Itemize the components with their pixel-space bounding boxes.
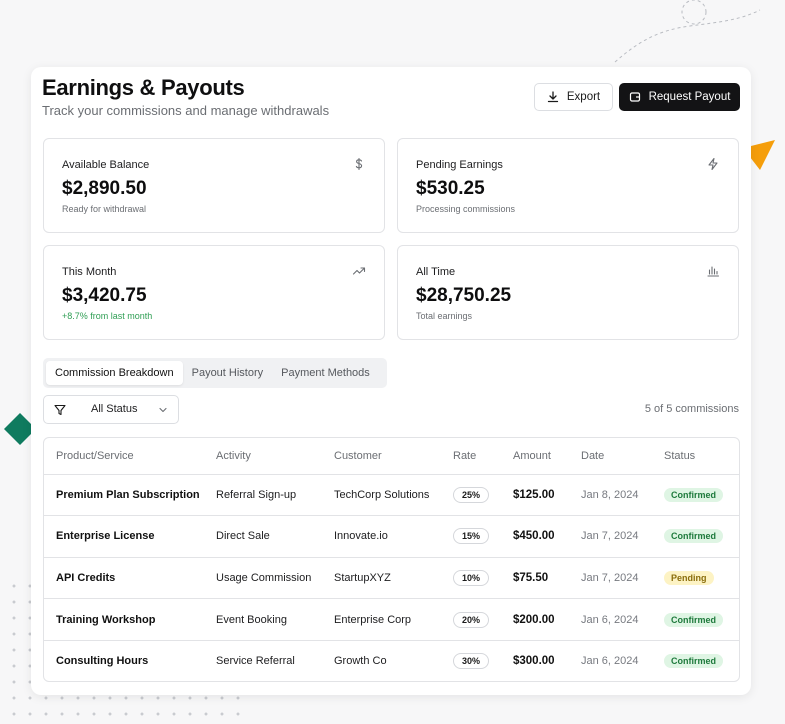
tab-bar: Commission Breakdown Payout History Paym… (43, 358, 387, 388)
column-header-date: Date (569, 438, 652, 475)
commission-count: 5 of 5 commissions (644, 403, 739, 415)
cell-amount: $75.50 (501, 557, 569, 600)
column-header-customer: Customer (322, 438, 441, 475)
wallet-icon (629, 92, 640, 102)
cell-status: Confirmed (652, 598, 739, 641)
stat-card-this-month: This Month $3,420.75 +8.7% from last mon… (43, 245, 385, 340)
filter-icon (54, 404, 66, 416)
cell-date: Jan 6, 2024 (569, 598, 652, 641)
cell-date: Jan 8, 2024 (569, 474, 652, 517)
stat-note: Total earnings (416, 311, 473, 321)
status-filter-select[interactable]: All Status (43, 395, 179, 424)
cell-activity: Referral Sign-up (204, 474, 322, 517)
status-filter-label: All Status (91, 403, 138, 415)
cell-amount: $450.00 (501, 515, 569, 558)
cell-date: Jan 7, 2024 (569, 557, 652, 600)
cell-customer: Innovate.io (322, 515, 441, 558)
cell-activity: Direct Sale (204, 515, 322, 558)
cell-rate: 20% (441, 598, 501, 641)
cell-customer: StartupXYZ (322, 557, 441, 600)
status-badge: Confirmed (664, 612, 723, 627)
cell-rate: 25% (441, 474, 501, 517)
table-row[interactable]: API Credits Usage Commission StartupXYZ … (44, 557, 739, 600)
stat-value: $28,750.25 (416, 285, 512, 306)
trending-up-icon (352, 267, 366, 275)
stat-value: $3,420.75 (62, 285, 147, 306)
cell-status: Pending (652, 557, 739, 600)
page-subtitle: Track your commissions and manage withdr… (42, 103, 330, 118)
column-header-amount: Amount (501, 438, 569, 475)
column-header-rate: Rate (441, 438, 501, 475)
rate-badge: 20% (453, 611, 490, 628)
commission-table: Product/Service Activity Customer Rate A… (43, 437, 740, 682)
earnings-card: Earnings & Payouts Track your commission… (31, 67, 751, 695)
table-row[interactable]: Enterprise License Direct Sale Innovate.… (44, 515, 739, 558)
cell-product: Premium Plan Subscription (44, 474, 204, 517)
chevron-down-icon (159, 407, 167, 413)
tab-payment-methods[interactable]: Payment Methods (272, 361, 379, 385)
stat-card-pending-earnings: Pending Earnings $530.25 Processing comm… (397, 138, 739, 233)
cell-product: Enterprise License (44, 515, 204, 558)
cell-product: Consulting Hours (56, 655, 149, 668)
cell-rate: 15% (441, 515, 501, 558)
request-payout-label: Request Payout (648, 91, 731, 103)
cell-rate: 10% (441, 557, 501, 600)
status-badge: Confirmed (664, 654, 723, 669)
status-badge: Confirmed (664, 487, 723, 502)
stat-label: This Month (62, 266, 117, 278)
cell-status: Confirmed (652, 640, 739, 681)
cell-customer: TechCorp Solutions (322, 474, 441, 517)
request-payout-button[interactable]: Request Payout (619, 83, 740, 111)
stat-label: Pending Earnings (416, 159, 503, 171)
cell-product: API Credits (44, 557, 204, 600)
column-header-activity: Activity (204, 438, 322, 475)
column-header-product: Product/Service (44, 438, 204, 475)
cell-status: Confirmed (652, 515, 739, 558)
cell-date: Jan 7, 2024 (569, 515, 652, 558)
cell-customer: Growth Co (334, 655, 387, 668)
cell-activity: Service Referral (216, 655, 295, 668)
rate-badge: 15% (453, 528, 490, 545)
tab-commission-breakdown[interactable]: Commission Breakdown (46, 361, 183, 385)
stat-value: $2,890.50 (62, 178, 147, 199)
status-badge: Pending (664, 570, 714, 585)
cell-date: Jan 6, 2024 (581, 655, 639, 668)
stat-label: All Time (416, 266, 456, 278)
lightning-icon (708, 157, 718, 171)
export-label: Export (566, 91, 601, 103)
table-row[interactable]: Premium Plan Subscription Referral Sign-… (44, 474, 739, 517)
page-title: Earnings & Payouts (42, 75, 245, 100)
status-badge: Confirmed (664, 529, 723, 544)
table-row[interactable]: Training Workshop Event Booking Enterpri… (44, 598, 739, 641)
rate-badge: 30% (453, 653, 490, 670)
cell-amount: $300.00 (513, 655, 555, 668)
table-row[interactable]: Consulting Hours Service Referral Growth… (44, 640, 739, 681)
stat-card-available-balance: Available Balance $2,890.50 Ready for wi… (43, 138, 385, 233)
stat-note: Processing commissions (416, 204, 516, 214)
download-icon (547, 91, 559, 103)
cell-amount: $125.00 (501, 474, 569, 517)
export-button[interactable]: Export (534, 83, 613, 111)
stat-card-all-time: All Time $28,750.25 Total earnings (397, 245, 739, 340)
cell-amount: $200.00 (501, 598, 569, 641)
bar-chart-icon (707, 266, 720, 277)
cell-customer: Enterprise Corp (322, 598, 441, 641)
dollar-icon (355, 157, 363, 171)
tab-payout-history[interactable]: Payout History (183, 361, 273, 385)
stat-note: Ready for withdrawal (62, 204, 147, 214)
stat-value: $530.25 (416, 178, 485, 199)
rate-badge: 25% (453, 486, 490, 503)
cell-activity: Event Booking (204, 598, 322, 641)
cell-status: Confirmed (652, 474, 739, 517)
table-header-row: Product/Service Activity Customer Rate A… (44, 438, 739, 475)
cell-product: Training Workshop (44, 598, 204, 641)
cell-rate: 30% (441, 640, 501, 681)
stat-label: Available Balance (62, 159, 150, 171)
cell-activity: Usage Commission (204, 557, 322, 600)
rate-badge: 10% (453, 569, 490, 586)
column-header-status: Status (652, 438, 739, 475)
stat-note: +8.7% from last month (62, 311, 153, 321)
